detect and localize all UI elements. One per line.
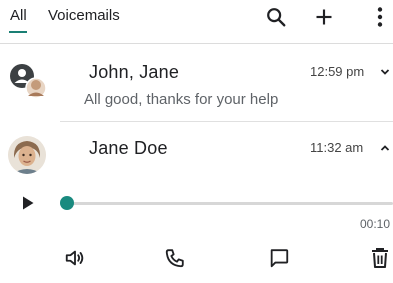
phone-icon[interactable]: [162, 245, 188, 271]
chevron-down-icon[interactable]: [378, 65, 392, 79]
delete-icon[interactable]: [367, 245, 393, 271]
search-icon[interactable]: [263, 4, 289, 30]
svg-text:S: S: [19, 62, 25, 63]
contact-photo[interactable]: [8, 136, 46, 174]
more-vert-icon[interactable]: [368, 4, 392, 30]
contact-name[interactable]: Jane Doe: [89, 138, 168, 159]
chevron-up-icon[interactable]: [378, 141, 392, 155]
contact-name[interactable]: John, Jane: [89, 62, 179, 83]
row-divider: [60, 121, 393, 122]
voicemail-seek-handle[interactable]: [60, 196, 74, 210]
header-divider: [0, 43, 393, 44]
tab-voicemails[interactable]: Voicemails: [48, 7, 120, 24]
speaker-icon[interactable]: [62, 245, 88, 271]
tab-all[interactable]: All: [10, 7, 27, 24]
message-time: 11:32 am: [310, 140, 364, 155]
group-avatar[interactable]: S: [8, 53, 47, 100]
message-preview: All good, thanks for your help: [84, 91, 279, 108]
message-time: 12:59 pm: [310, 64, 365, 79]
tab-all-indicator: [9, 31, 27, 33]
voicemail-progress-track[interactable]: [67, 202, 393, 205]
voicemail-duration: 00:10: [360, 217, 391, 231]
message-icon[interactable]: [266, 245, 292, 271]
add-icon[interactable]: [311, 4, 337, 30]
play-icon[interactable]: [20, 194, 36, 212]
